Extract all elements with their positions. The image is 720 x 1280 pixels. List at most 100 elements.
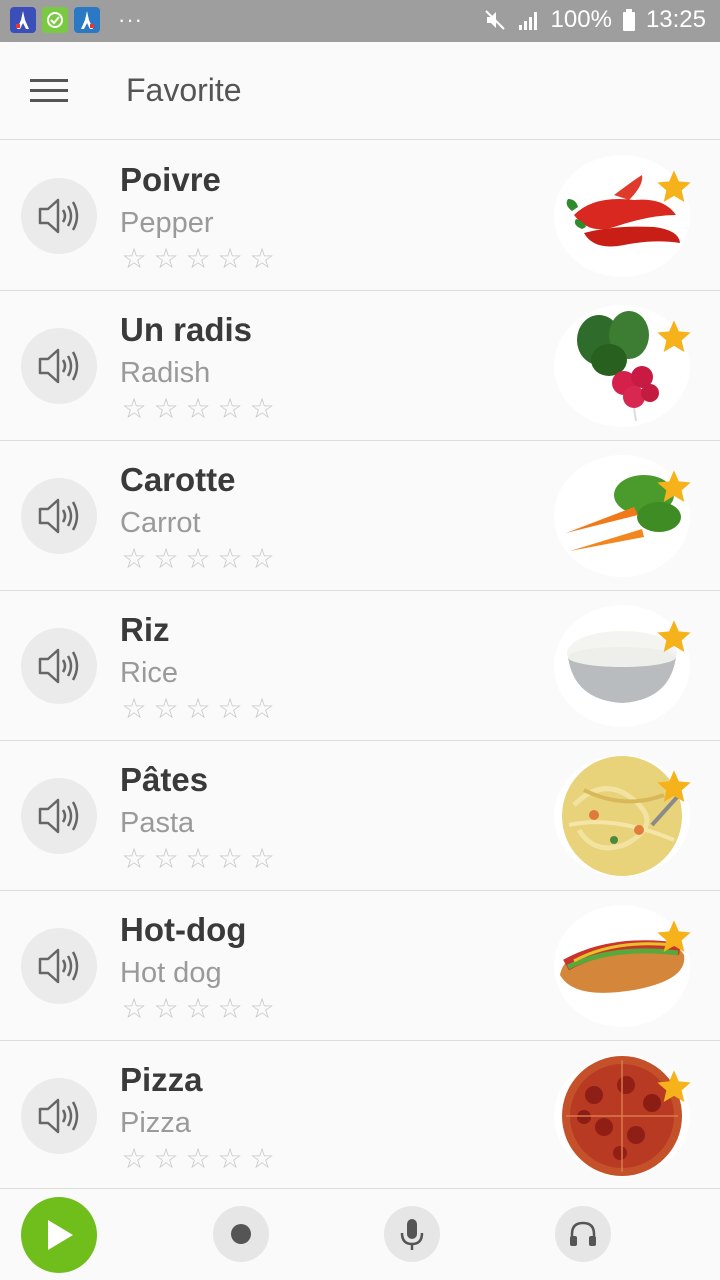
- rating-star-icon[interactable]: ☆: [216, 245, 244, 273]
- word-french: Hot-dog: [120, 911, 247, 948]
- rating-star-icon[interactable]: ☆: [248, 1145, 276, 1173]
- rating-star-icon[interactable]: ☆: [248, 245, 276, 273]
- rating-star-icon[interactable]: ☆: [248, 695, 276, 723]
- word-translation: Pizza: [120, 1107, 191, 1139]
- rating-star-icon[interactable]: ☆: [184, 845, 212, 873]
- list-item[interactable]: Riz Rice ☆ ☆ ☆ ☆ ☆: [0, 591, 720, 741]
- list-item[interactable]: Poivre Pepper ☆ ☆ ☆ ☆ ☆: [0, 141, 720, 291]
- rating-star-icon[interactable]: ☆: [120, 395, 148, 423]
- rating-star-icon[interactable]: ☆: [120, 545, 148, 573]
- star-rating[interactable]: ☆ ☆ ☆ ☆ ☆: [120, 245, 276, 273]
- speaker-icon[interactable]: [21, 478, 97, 554]
- favorite-star-icon[interactable]: [654, 767, 694, 807]
- list-item[interactable]: Pizza Pizza ☆ ☆ ☆ ☆ ☆: [0, 1041, 720, 1191]
- rating-star-icon[interactable]: ☆: [216, 845, 244, 873]
- rating-star-icon[interactable]: ☆: [120, 695, 148, 723]
- list-item[interactable]: Un radis Radish ☆ ☆ ☆ ☆ ☆: [0, 291, 720, 441]
- microphone-icon: [400, 1219, 424, 1250]
- list-item[interactable]: Carotte Carrot ☆ ☆ ☆ ☆ ☆: [0, 441, 720, 591]
- speaker-icon[interactable]: [21, 328, 97, 404]
- star-rating[interactable]: ☆ ☆ ☆ ☆ ☆: [120, 695, 276, 723]
- favorite-word-list: Poivre Pepper ☆ ☆ ☆ ☆ ☆ Un radis Radish ☆ ☆ ☆ ☆…: [0, 141, 720, 1191]
- rating-star-icon[interactable]: ☆: [216, 695, 244, 723]
- rating-star-icon[interactable]: ☆: [152, 695, 180, 723]
- vocab-app-icon: [42, 7, 68, 33]
- headphones-icon: [570, 1221, 596, 1246]
- word-french: Pizza: [120, 1061, 203, 1098]
- speaker-icon[interactable]: [21, 1078, 97, 1154]
- rating-star-icon[interactable]: ☆: [184, 995, 212, 1023]
- rating-star-icon[interactable]: ☆: [184, 1145, 212, 1173]
- favorite-star-icon[interactable]: [654, 917, 694, 957]
- favorite-star-icon[interactable]: [654, 617, 694, 657]
- rating-star-icon[interactable]: ☆: [152, 245, 180, 273]
- speaker-icon[interactable]: [21, 628, 97, 704]
- record-button[interactable]: [213, 1206, 269, 1262]
- favorite-star-icon[interactable]: [654, 167, 694, 207]
- rating-star-icon[interactable]: ☆: [120, 995, 148, 1023]
- star-rating[interactable]: ☆ ☆ ☆ ☆ ☆: [120, 1145, 276, 1173]
- word-translation: Hot dog: [120, 957, 222, 989]
- record-icon: [231, 1224, 251, 1244]
- rating-star-icon[interactable]: ☆: [216, 995, 244, 1023]
- system-status: 100% 13:25: [483, 6, 706, 34]
- star-rating[interactable]: ☆ ☆ ☆ ☆ ☆: [120, 545, 276, 573]
- word-french: Pâtes: [120, 761, 209, 798]
- battery-icon: [622, 8, 636, 32]
- star-rating[interactable]: ☆ ☆ ☆ ☆ ☆: [120, 995, 276, 1023]
- app-bar: Favorite: [0, 42, 720, 140]
- word-translation: Carrot: [120, 507, 201, 539]
- headphones-button[interactable]: [555, 1206, 611, 1262]
- speaker-icon[interactable]: [21, 778, 97, 854]
- list-item[interactable]: Hot-dog Hot dog ☆ ☆ ☆ ☆ ☆: [0, 891, 720, 1041]
- star-rating[interactable]: ☆ ☆ ☆ ☆ ☆: [120, 395, 276, 423]
- list-item[interactable]: Pâtes Pasta ☆ ☆ ☆ ☆ ☆: [0, 741, 720, 891]
- signal-icon: [517, 9, 541, 31]
- battery-percent: 100%: [550, 6, 612, 33]
- more-notifications-indicator: ···: [118, 7, 143, 32]
- rating-star-icon[interactable]: ☆: [184, 695, 212, 723]
- rating-star-icon[interactable]: ☆: [216, 1145, 244, 1173]
- rating-star-icon[interactable]: ☆: [248, 545, 276, 573]
- favorite-star-icon[interactable]: [654, 1067, 694, 1107]
- status-bar: ··· 100% 13:25: [0, 0, 720, 42]
- rating-star-icon[interactable]: ☆: [120, 1145, 148, 1173]
- rating-star-icon[interactable]: ☆: [152, 995, 180, 1023]
- rating-star-icon[interactable]: ☆: [152, 545, 180, 573]
- hamburger-menu-icon[interactable]: [24, 68, 74, 114]
- clock: 13:25: [645, 6, 706, 33]
- rating-star-icon[interactable]: ☆: [248, 395, 276, 423]
- favorite-star-icon[interactable]: [654, 317, 694, 357]
- rating-star-icon[interactable]: ☆: [184, 545, 212, 573]
- french-app-icon: [10, 7, 36, 33]
- mute-icon: [483, 8, 507, 32]
- rating-star-icon[interactable]: ☆: [120, 845, 148, 873]
- rating-star-icon[interactable]: ☆: [184, 245, 212, 273]
- favorite-star-icon[interactable]: [654, 467, 694, 507]
- word-translation: Pepper: [120, 207, 214, 239]
- rating-star-icon[interactable]: ☆: [152, 845, 180, 873]
- rating-star-icon[interactable]: ☆: [248, 845, 276, 873]
- word-french: Riz: [120, 611, 170, 648]
- play-icon: [48, 1220, 73, 1250]
- page-title: Favorite: [126, 72, 242, 108]
- rating-star-icon[interactable]: ☆: [216, 545, 244, 573]
- rating-star-icon[interactable]: ☆: [120, 245, 148, 273]
- rating-star-icon[interactable]: ☆: [248, 995, 276, 1023]
- speaker-icon[interactable]: [21, 178, 97, 254]
- learning-app-icon: [74, 7, 100, 33]
- word-french: Poivre: [120, 161, 221, 198]
- word-translation: Radish: [120, 357, 211, 389]
- rating-star-icon[interactable]: ☆: [184, 395, 212, 423]
- word-translation: Rice: [120, 657, 179, 689]
- play-button[interactable]: [21, 1197, 97, 1273]
- microphone-button[interactable]: [384, 1206, 440, 1262]
- word-french: Carotte: [120, 461, 236, 498]
- rating-star-icon[interactable]: ☆: [216, 395, 244, 423]
- rating-star-icon[interactable]: ☆: [152, 395, 180, 423]
- rating-star-icon[interactable]: ☆: [152, 1145, 180, 1173]
- star-rating[interactable]: ☆ ☆ ☆ ☆ ☆: [120, 845, 276, 873]
- word-translation: Pasta: [120, 807, 195, 839]
- word-french: Un radis: [120, 311, 253, 348]
- speaker-icon[interactable]: [21, 928, 97, 1004]
